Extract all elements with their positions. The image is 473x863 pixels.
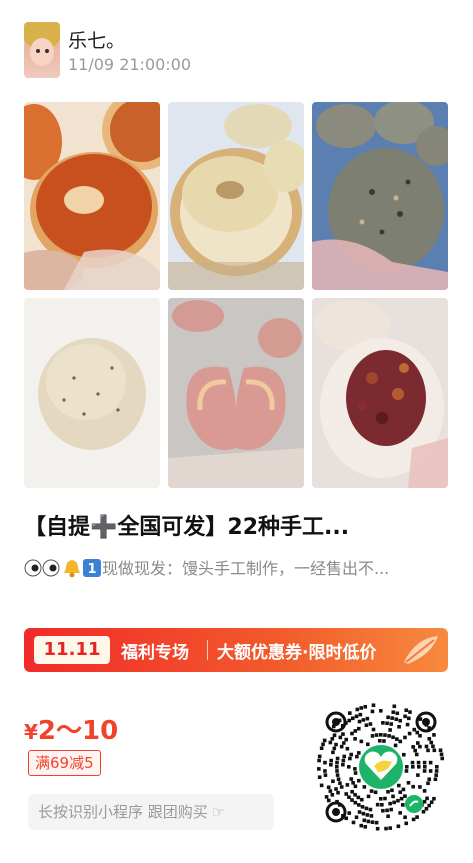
description-text: 现做现发：馒头手工制作，一经售出不... (102, 559, 390, 578)
eyes-icon (24, 559, 62, 581)
photo-raisin-bun[interactable] (312, 298, 448, 488)
mini-program-qr-code[interactable] (314, 700, 448, 834)
feather-icon (398, 632, 442, 672)
photo-bagel-steamer[interactable] (168, 102, 304, 290)
promo-banner[interactable]: 11.11 福利专场 大额优惠券·限时低价 (24, 628, 448, 672)
double-eleven-badge: 11.11 (34, 636, 110, 664)
price-range: ¥2～10 (24, 716, 119, 746)
bell-icon (62, 558, 82, 582)
mini-program-hint[interactable]: 长按识别小程序 跟团购买 ☞ (28, 794, 274, 830)
banner-promo: 大额优惠券·限时低价 (217, 643, 377, 663)
post-title[interactable]: 【自提➕全国可发】22种手工... (24, 509, 454, 541)
post-description: 1 现做现发：馒头手工制作，一经售出不... (24, 555, 454, 582)
photo-multigrain-bun[interactable] (312, 102, 448, 290)
author-name[interactable]: 乐七。 (68, 26, 125, 53)
pointer-icon: ☞ (211, 803, 226, 821)
banner-divider (207, 640, 208, 660)
photo-bagel-tomato[interactable] (24, 102, 160, 290)
post-timestamp: 11/09 21:00:00 (68, 55, 192, 74)
photo-butterfly-pastry[interactable] (168, 298, 304, 488)
keycap-1-icon: 1 (82, 558, 102, 582)
svg-text:1: 1 (87, 562, 96, 577)
banner-label: 福利专场 (121, 643, 189, 663)
photo-plain-bun[interactable] (24, 298, 160, 488)
avatar[interactable] (24, 22, 60, 78)
discount-badge: 满69减5 (28, 750, 101, 776)
